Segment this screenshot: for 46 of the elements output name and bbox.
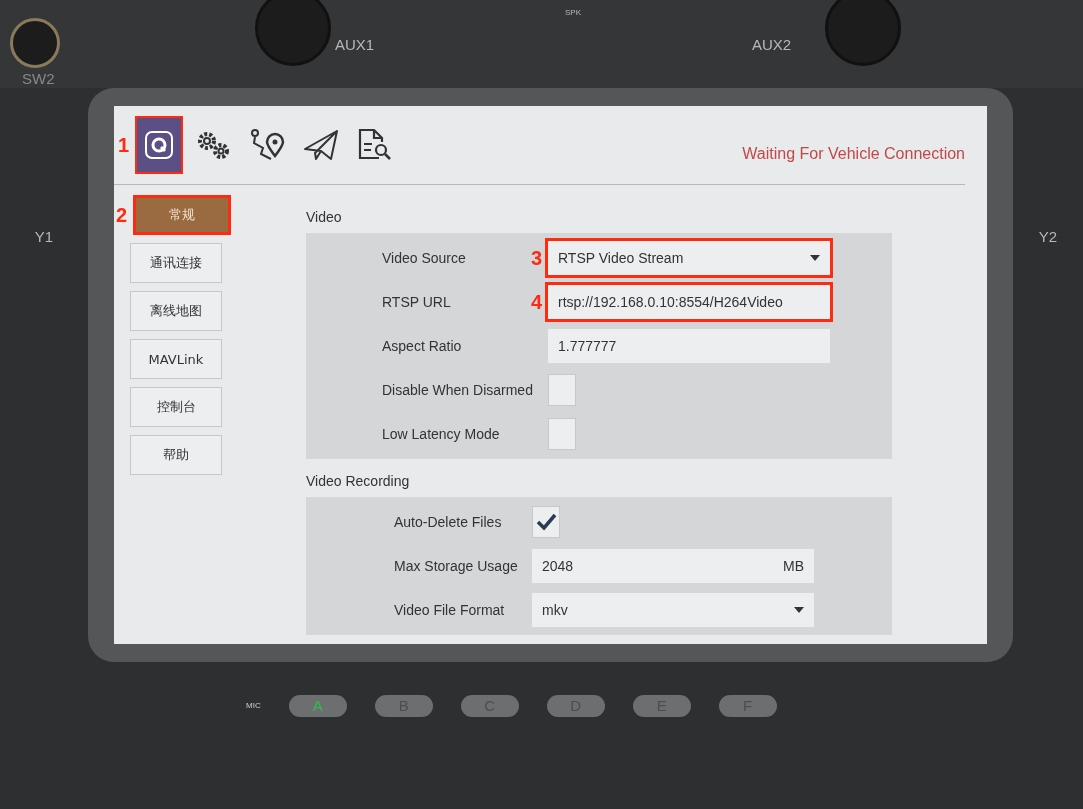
stick-label: Y2 (1038, 228, 1058, 245)
field-label: Video Source (382, 250, 466, 266)
knob-label: AUX2 (752, 36, 792, 53)
callout-number: 1 (118, 133, 130, 157)
field-label: Aspect Ratio (382, 338, 462, 354)
toggle-switch-icon[interactable] (10, 18, 60, 68)
callout-number: 3 (530, 246, 542, 270)
callout-number: 4 (530, 290, 542, 314)
checkmark-icon (535, 512, 557, 532)
paper-plane-icon (303, 129, 340, 161)
dropdown-field[interactable]: mkv (532, 593, 814, 627)
app-logo-icon (144, 130, 175, 160)
checkbox[interactable] (532, 506, 560, 538)
text-input-field[interactable]: rtsp://192.168.0.10:8554/H264Video (548, 285, 830, 319)
sidebar-item[interactable]: 离线地图 (130, 291, 222, 331)
speaker-label: SPK (565, 8, 581, 17)
sidebar-item[interactable]: 控制台 (130, 387, 222, 427)
connection-status: Waiting For Vehicle Connection (742, 144, 965, 163)
callout-number: 2 (116, 203, 128, 227)
checkbox[interactable] (548, 374, 576, 406)
gears-icon (195, 129, 232, 161)
dropdown-caret-icon (794, 607, 804, 613)
unit-label: MB (783, 558, 804, 574)
dropdown-field[interactable]: RTSP Video Stream (548, 241, 830, 275)
text-input-field[interactable]: 1.777777 (548, 329, 830, 363)
section-title: Video (306, 209, 343, 225)
field-label: Disable When Disarmed (382, 382, 533, 398)
text-input-field[interactable]: 2048 MB (532, 549, 814, 583)
section-title: Video Recording (306, 473, 411, 489)
toolbar-button[interactable] (135, 116, 184, 174)
field-label: Low Latency Mode (382, 426, 500, 442)
sidebar-item[interactable]: 通讯连接 (130, 243, 222, 283)
sidebar-item[interactable]: 帮助 (130, 435, 222, 475)
route-pin-icon (249, 128, 286, 162)
microphone-label: MIC (246, 701, 261, 710)
field-label: Max Storage Usage (394, 558, 518, 574)
checkbox[interactable] (548, 418, 576, 450)
sidebar-item[interactable]: 常规 (133, 195, 232, 235)
field-label: Auto-Delete Files (394, 514, 502, 530)
switch-label: SW2 (22, 70, 55, 87)
stick-label: Y1 (34, 228, 54, 245)
field-label: Video File Format (394, 602, 505, 618)
field-label: RTSP URL (382, 294, 451, 310)
sidebar-item[interactable]: MAVLink (130, 339, 222, 379)
knob-label: AUX1 (335, 36, 375, 53)
dropdown-caret-icon (810, 255, 820, 261)
